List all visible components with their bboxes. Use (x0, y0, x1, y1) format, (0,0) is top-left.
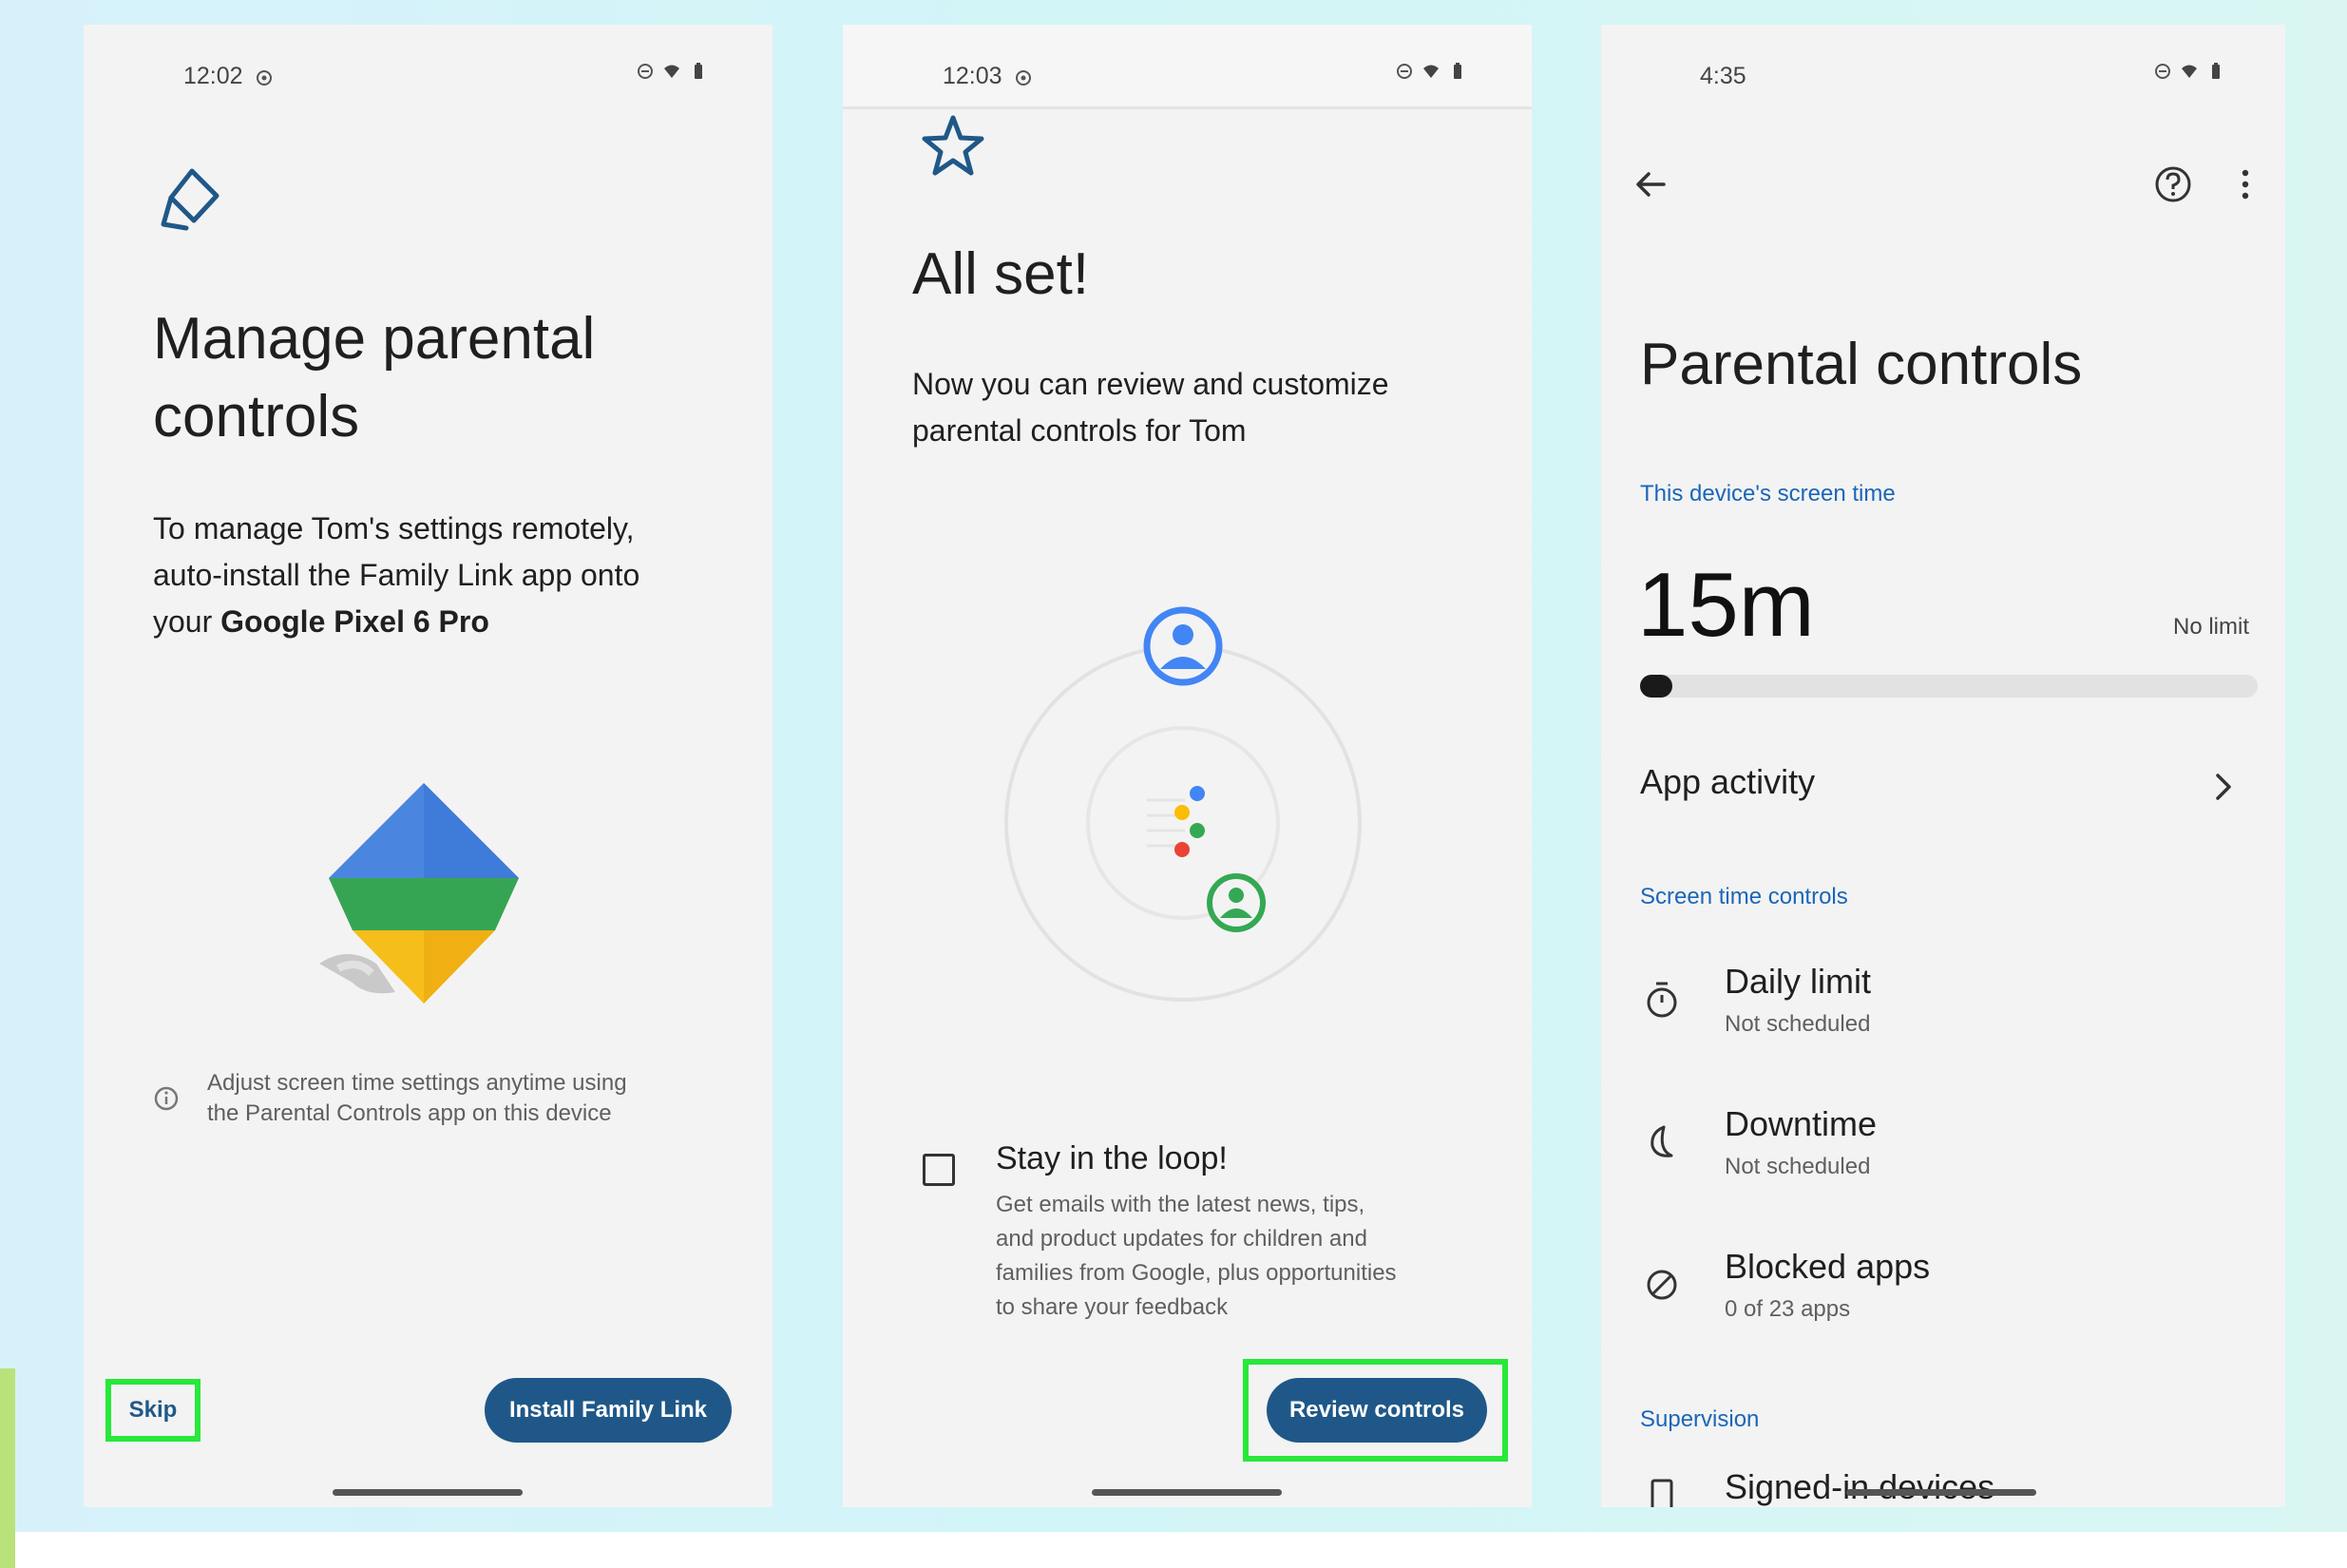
status-icons (1396, 63, 1466, 80)
chevron-right-icon (2216, 774, 2231, 800)
signed-in-devices-title: Signed-in devices (1725, 1467, 1995, 1506)
install-family-link-button[interactable]: Install Family Link (485, 1378, 732, 1443)
screen-time-controls-label: Screen time controls (1640, 884, 1848, 909)
status-time: 12:02 (183, 63, 273, 90)
more-options-icon[interactable] (2236, 165, 2255, 203)
moon-icon (1651, 1125, 1673, 1157)
connection-illustration (1004, 606, 1362, 1002)
screen-time-progress-track (1640, 675, 2258, 698)
phone-screen-manage-controls: 12:02 Manage parental controls To manage… (84, 25, 773, 1507)
review-label: Review controls (1288, 1397, 1465, 1423)
blocked-apps-row[interactable]: Blocked apps 0 of 23 apps (1601, 1233, 2285, 1344)
sync-icon (1015, 70, 1031, 86)
decorative-strip (0, 1368, 15, 1568)
app-activity-row[interactable]: App activity (1601, 747, 2285, 823)
description: To manage Tom's settings remotely, auto-… (153, 511, 640, 639)
screen-time-label: This device's screen time (1640, 481, 1896, 507)
blocked-apps-status: 0 of 23 apps (1725, 1296, 1851, 1322)
supervision-label: Supervision (1640, 1406, 1760, 1432)
phone-icon (1651, 1479, 1673, 1507)
review-controls-button[interactable]: Review controls (1267, 1378, 1487, 1443)
page-title: Manage parental controls (153, 306, 596, 449)
daily-limit-status: Not scheduled (1725, 1011, 1871, 1037)
description: Now you can review and customize parenta… (912, 367, 1389, 448)
app-activity-label: App activity (1640, 762, 1816, 801)
battery-icon (2212, 63, 2220, 79)
screen-time-progress-fill (1640, 675, 1672, 698)
back-arrow-icon[interactable] (1631, 165, 1670, 203)
status-time: 4:35 (1700, 63, 1746, 89)
page-title: All set! (912, 241, 1090, 307)
daily-limit-title: Daily limit (1725, 962, 1872, 1001)
wifi-icon (2182, 65, 2197, 78)
install-label: Install Family Link (508, 1397, 708, 1423)
family-link-logo (319, 783, 519, 1004)
info-text: Adjust screen time settings anytime usin… (207, 1070, 627, 1126)
skip-label: Skip (128, 1397, 178, 1423)
help-icon[interactable] (2152, 163, 2194, 205)
sync-icon (256, 70, 272, 86)
wifi-icon (664, 65, 679, 78)
signed-in-devices-row[interactable]: Signed-in devices (1601, 1460, 2285, 1507)
wifi-icon (1423, 65, 1439, 78)
loop-description: Get emails with the latest news, tips, a… (996, 1192, 1397, 1320)
dnd-icon (1397, 64, 1412, 79)
downtime-row[interactable]: Downtime Not scheduled (1601, 1091, 2285, 1201)
timer-icon (1647, 982, 1677, 1018)
downtime-title: Downtime (1725, 1104, 1878, 1143)
downtime-status: Not scheduled (1725, 1154, 1871, 1179)
phone-screen-all-set: 12:03 All set! Now you can review and cu… (843, 25, 1532, 1507)
no-limit-label: No limit (2173, 614, 2250, 640)
gesture-bar[interactable] (1846, 1489, 2036, 1496)
page-title: Parental controls (1640, 332, 2083, 397)
blocked-apps-title: Blocked apps (1725, 1247, 1931, 1286)
battery-icon (695, 63, 702, 79)
gesture-bar[interactable] (333, 1489, 523, 1496)
dnd-icon (638, 64, 653, 79)
phone-screen-parental-controls: 4:35 Parental controls This device's scr… (1601, 25, 2285, 1507)
block-icon (1647, 1270, 1677, 1300)
screen-time-value: 15m (1637, 554, 1815, 656)
loop-title: Stay in the loop! (996, 1140, 1228, 1176)
battery-icon (1454, 63, 1461, 79)
star-icon (922, 115, 984, 176)
diamond-outline-icon (161, 168, 219, 231)
gesture-bar[interactable] (1092, 1489, 1282, 1496)
status-icons (637, 63, 707, 80)
skip-button[interactable]: Skip (105, 1379, 200, 1442)
status-icons (2154, 63, 2224, 80)
dnd-icon (2155, 64, 2170, 79)
daily-limit-row[interactable]: Daily limit Not scheduled (1601, 948, 2285, 1059)
newsletter-checkbox[interactable] (923, 1154, 955, 1186)
info-icon (154, 1086, 179, 1111)
status-time: 12:03 (943, 63, 1032, 90)
